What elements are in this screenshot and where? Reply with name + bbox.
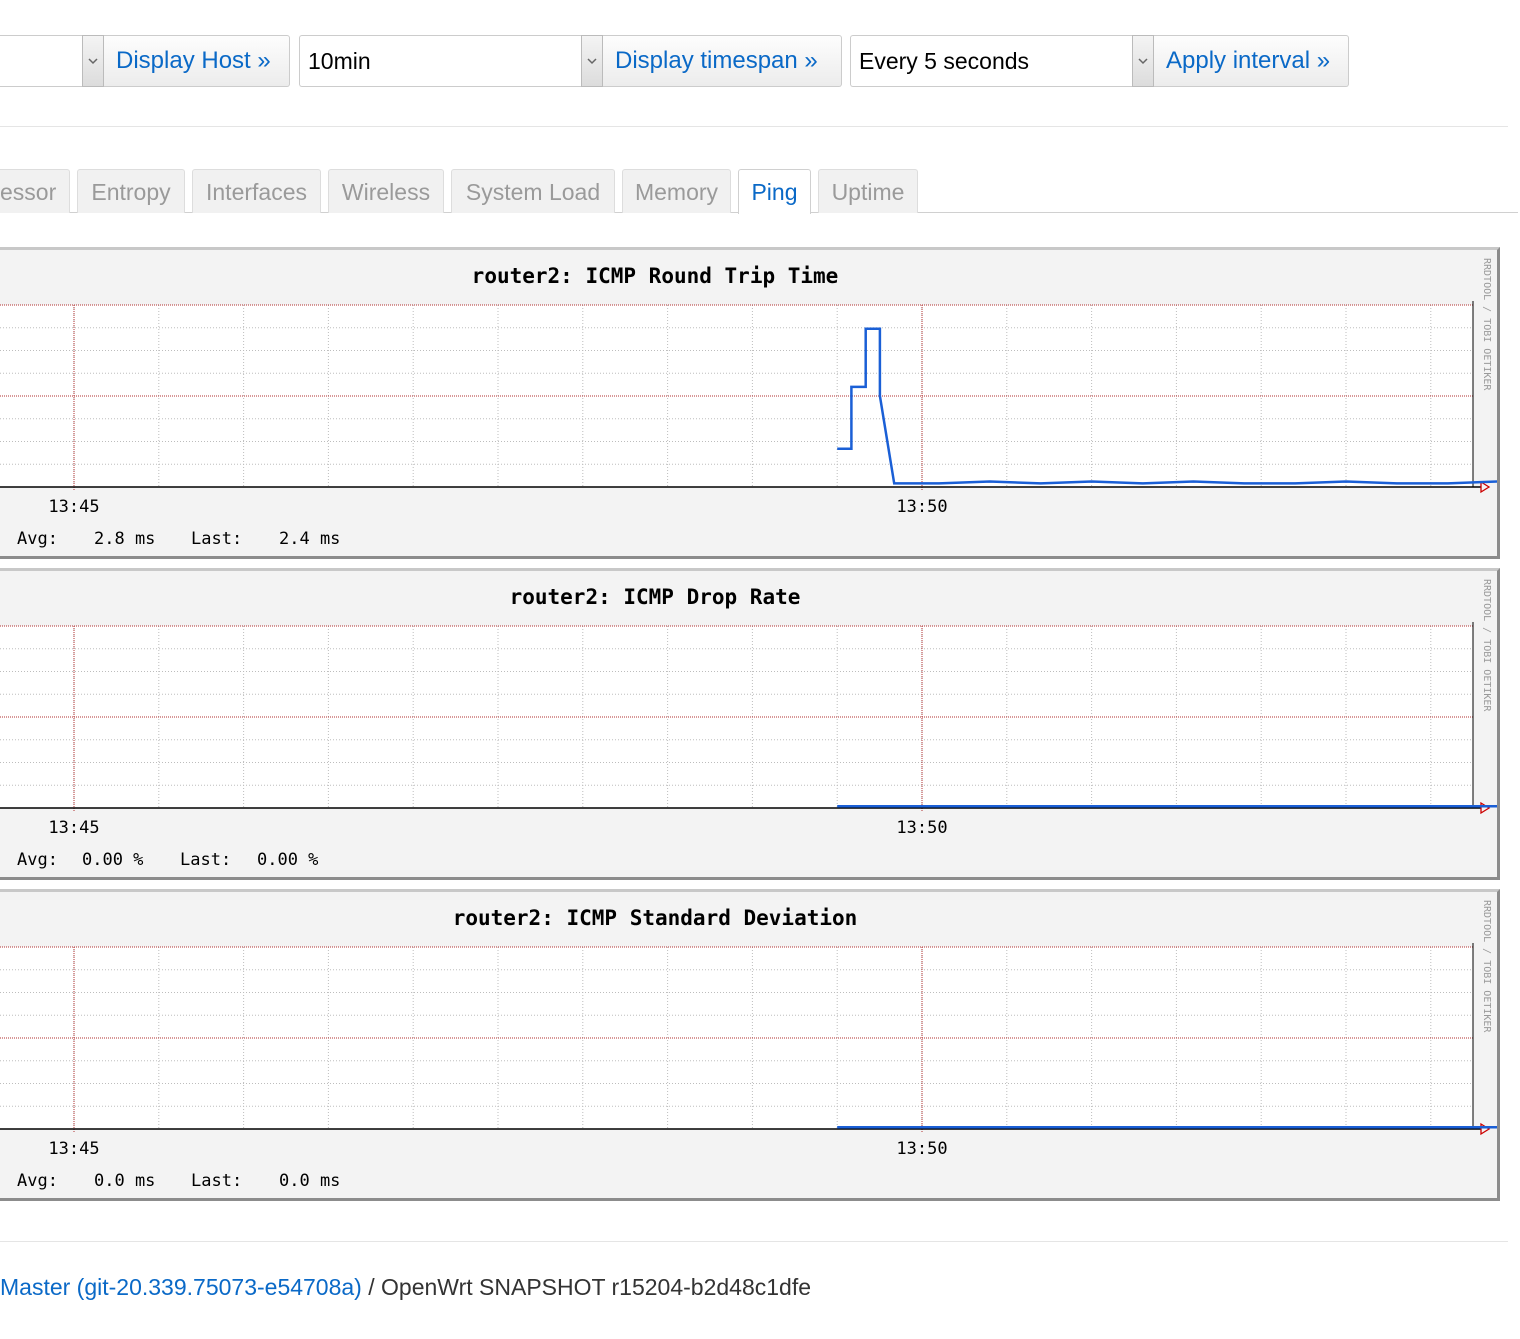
graph-title: router2: ICMP Standard Deviation (453, 906, 858, 930)
rrdtool-watermark: RRDTOOL / TOBI OETIKER (1481, 900, 1492, 1033)
legend-last-value: 0.00 % (257, 850, 318, 870)
chevron-down-icon (88, 57, 98, 64)
x-tick-label: 13:45 (48, 1139, 99, 1159)
footer: Master (git-20.339.75073-e54708a) / Open… (0, 1274, 811, 1301)
timespan-select[interactable]: 10min (299, 35, 581, 87)
x-tick-label: 13:50 (896, 1139, 947, 1159)
rtt-graph: router2: ICMP Round Trip Time 13:45 13:50 A… (0, 247, 1500, 559)
chevron-down-icon (1138, 57, 1148, 64)
tab-processor[interactable]: essor (0, 169, 70, 213)
divider (0, 1241, 1508, 1242)
legend-avg-label: Avg: (17, 850, 58, 870)
legend-last-value: 2.4 ms (279, 529, 340, 549)
display-host-button[interactable]: Display Host » (104, 35, 290, 87)
x-axis-arrow-icon (1480, 801, 1491, 815)
chevron-down-icon (587, 57, 597, 64)
legend-avg-value: 2.8 ms (94, 529, 155, 549)
host-select-arrow[interactable] (82, 35, 104, 87)
tab-system-load[interactable]: System Load (451, 169, 615, 213)
legend-avg-value: 0.00 % (82, 850, 143, 870)
openwrt-version: OpenWrt SNAPSHOT r15204-b2d48c1dfe (381, 1274, 812, 1300)
timespan-select-arrow[interactable] (581, 35, 603, 87)
x-tick-label: 13:50 (896, 818, 947, 838)
divider (0, 126, 1508, 127)
interval-select-group: Every 5 seconds Apply interval » (850, 35, 1349, 87)
x-tick-label: 13:45 (48, 497, 99, 517)
tab-interfaces[interactable]: Interfaces (192, 169, 321, 213)
x-axis-arrow-icon (1480, 1122, 1491, 1136)
tab-ping[interactable]: Ping (738, 169, 811, 214)
x-axis-arrow-icon (1480, 480, 1491, 494)
legend-last-value: 0.0 ms (279, 1171, 340, 1191)
legend-last-label: Last: (191, 1171, 242, 1191)
legend-last-label: Last: (180, 850, 231, 870)
footer-separator: / (361, 1274, 382, 1300)
statistics-tabs: essor Entropy Interfaces Wireless System… (0, 169, 1520, 214)
rtt-graph-svg: router2: ICMP Round Trip Time 13:45 13:50 A… (0, 258, 1497, 549)
legend-avg-label: Avg: (17, 529, 58, 549)
stddev-graph: router2: ICMP Standard Deviation 13:45 13:… (0, 889, 1500, 1201)
display-timespan-button[interactable]: Display timespan » (603, 35, 842, 87)
drop-rate-graph-svg: router2: ICMP Drop Rate 13:45 13:50 Avg: 0.0… (0, 579, 1497, 870)
tab-entropy[interactable]: Entropy (77, 169, 185, 213)
interval-select-arrow[interactable] (1132, 35, 1154, 87)
x-tick-label: 13:45 (48, 818, 99, 838)
tab-uptime[interactable]: Uptime (818, 169, 918, 213)
legend-last-label: Last: (191, 529, 242, 549)
drop-rate-graph: router2: ICMP Drop Rate 13:45 13:50 Avg: 0.0… (0, 568, 1500, 880)
stddev-graph-svg: router2: ICMP Standard Deviation 13:45 13:… (0, 900, 1497, 1191)
legend-avg-label: Avg: (17, 1171, 58, 1191)
rrdtool-watermark: RRDTOOL / TOBI OETIKER (1481, 258, 1492, 391)
host-select[interactable] (0, 35, 82, 87)
tab-memory[interactable]: Memory (622, 169, 731, 213)
interval-select[interactable]: Every 5 seconds (850, 35, 1132, 87)
rrdtool-watermark: RRDTOOL / TOBI OETIKER (1481, 579, 1492, 712)
legend-avg-value: 0.0 ms (94, 1171, 155, 1191)
timespan-select-group: 10min Display timespan » (299, 35, 842, 87)
graph-title: router2: ICMP Drop Rate (510, 585, 801, 609)
luci-version-link[interactable]: Master (git-20.339.75073-e54708a) (0, 1274, 362, 1300)
tab-wireless[interactable]: Wireless (328, 169, 444, 213)
graph-title: router2: ICMP Round Trip Time (472, 264, 839, 288)
host-select-group: Display Host » (0, 35, 290, 87)
x-tick-label: 13:50 (896, 497, 947, 517)
apply-interval-button[interactable]: Apply interval » (1154, 35, 1349, 87)
